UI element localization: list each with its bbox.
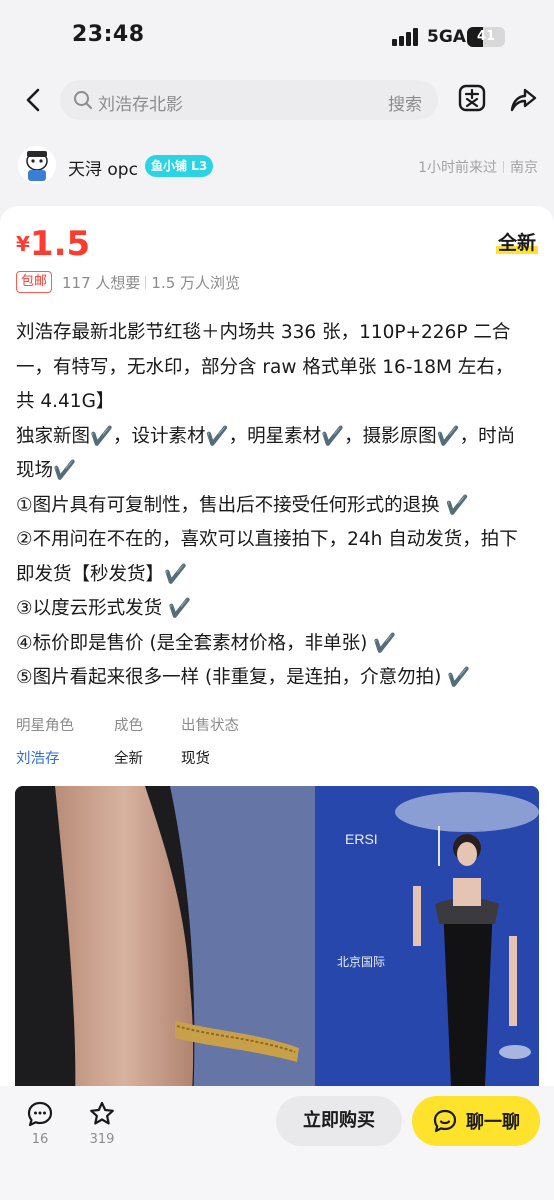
search-icon (74, 91, 92, 109)
seller-avatar[interactable] (18, 146, 56, 184)
item-description: 刘浩存最新北影节红毯＋内场共 336 张，110P+226P 二合一，有特写，无… (16, 316, 530, 696)
description-line: 刘浩存最新北影节红毯＋内场共 336 张，110P+226P 二合一，有特写，无… (16, 322, 514, 412)
battery-percent: 41 (476, 29, 496, 44)
attribute-condition: 成色 全新 (114, 714, 143, 768)
favorite-button[interactable]: 319 (82, 1100, 122, 1147)
status-bar: 23:48 5GA 41 (0, 0, 554, 70)
network-label: 5GA (427, 27, 466, 47)
avatar-icon (18, 146, 56, 184)
chat-button[interactable]: 聊一聊 (412, 1096, 540, 1146)
comment-count: 16 (31, 1132, 49, 1147)
shop-level-badge: 鱼小铺 L3 (145, 155, 214, 177)
share-icon (510, 88, 537, 112)
share-button[interactable] (508, 84, 538, 114)
item-photo-image: ERSI 北京国际 (15, 786, 539, 1106)
last-seen-text: 1小时前来过 (418, 160, 497, 176)
attribute-value: 现货 (181, 751, 210, 767)
item-stats: 包邮 117 人想要 1.5 万人浏览 (16, 270, 240, 294)
comment-button[interactable]: 16 (20, 1100, 60, 1147)
condition-tag: 全新 (495, 228, 539, 255)
chat-label: 聊一聊 (466, 1112, 520, 1133)
sell-icon (458, 84, 486, 112)
item-photo[interactable]: ERSI 北京国际 (15, 786, 539, 1106)
back-button[interactable] (18, 82, 48, 118)
price-value: 1.5 (29, 224, 91, 264)
views-count: 1.5 万人浏览 (151, 273, 241, 292)
favorite-count: 319 (89, 1132, 115, 1147)
wants-count: 117 人想要 (62, 273, 141, 292)
battery-icon: 41 (467, 27, 505, 47)
comment-icon (27, 1101, 53, 1127)
search-bar[interactable]: 刘浩存北影 搜索 (60, 80, 438, 120)
attribute-stock: 出售状态 现货 (181, 714, 239, 768)
description-line: ①图片具有可复制性，售出后不接受任何形式的退换 ✔️ (16, 494, 469, 516)
search-button[interactable]: 搜索 (388, 90, 422, 115)
status-time: 23:48 (72, 22, 145, 47)
attribute-label: 出售状态 (181, 718, 239, 734)
seller-row[interactable]: 天浔 opc 鱼小铺 L3 1小时前来过 南京 (0, 144, 554, 188)
seller-name[interactable]: 天浔 opc (68, 155, 138, 180)
chevron-left-icon (26, 88, 40, 112)
search-input[interactable]: 刘浩存北影 (98, 90, 183, 115)
free-shipping-badge: 包邮 (16, 271, 53, 293)
item-card: ¥1.5 全新 包邮 117 人想要 1.5 万人浏览 刘浩存最新北影节红毯＋内… (0, 206, 554, 1106)
seller-meta: 1小时前来过 南京 (418, 157, 538, 177)
signal-icon (392, 28, 420, 46)
price-currency: ¥ (16, 232, 30, 256)
attribute-label: 成色 (114, 718, 143, 734)
description-line: ④标价即是售价 (是全套素材价格，非单张) ✔️ (16, 632, 397, 654)
svg-text:北京国际: 北京国际 (337, 955, 385, 969)
buy-now-button[interactable]: 立即购买 (276, 1096, 402, 1146)
attribute-value-link[interactable]: 刘浩存 (16, 747, 74, 768)
description-line: ②不用问在不在的，喜欢可以直接拍下，24h 自动发货，拍下即发货【秒发货】✔️ (16, 529, 518, 585)
stats-divider (145, 275, 147, 289)
description-line: 独家新图✔️，设计素材✔️，明星素材✔️，摄影原图✔️，时尚现场✔️ (16, 425, 516, 482)
item-price: ¥1.5 (16, 224, 90, 264)
description-line: ⑤图片看起来很多一样 (非重复，是连拍，介意勿拍) ✔️ (16, 667, 471, 688)
seller-location: 南京 (510, 160, 538, 176)
bottom-action-bar: 16 319 立即购买 聊一聊 (0, 1086, 554, 1200)
chat-icon (433, 1109, 457, 1133)
attribute-celebrity: 明星角色 刘浩存 (16, 714, 74, 768)
sell-button[interactable] (458, 84, 486, 112)
description-line: ③以度云形式发货 ✔️ (16, 598, 192, 619)
top-nav: 刘浩存北影 搜索 (0, 78, 554, 122)
meta-divider (503, 161, 504, 173)
attribute-label: 明星角色 (16, 718, 74, 734)
svg-text:ERSI: ERSI (345, 831, 378, 847)
attribute-value: 全新 (114, 751, 143, 767)
star-icon (90, 1101, 114, 1125)
